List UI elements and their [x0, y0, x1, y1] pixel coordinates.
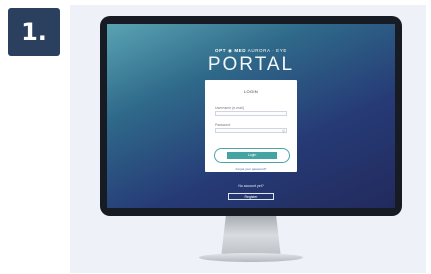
logo-part2: MED [234, 48, 247, 53]
page: 1. OPT ◉ MED AURORA · EYE PORTAL LOGIN U… [0, 0, 431, 274]
password-field[interactable]: ◎ [215, 128, 287, 133]
username-label: Username (e-mail) [215, 106, 244, 110]
screen: OPT ◉ MED AURORA · EYE PORTAL LOGIN User… [107, 24, 395, 208]
no-account-text: No account yet? [238, 184, 264, 188]
logo-eye-icon: ◉ [227, 48, 233, 53]
portal-title: PORTAL [207, 54, 295, 75]
login-card: LOGIN Username (e-mail) Password ◎ Login… [205, 80, 297, 172]
monitor: OPT ◉ MED AURORA · EYE PORTAL LOGIN User… [100, 16, 402, 216]
forgot-password-link[interactable]: Forgot your password? [205, 167, 297, 171]
login-button[interactable]: Login [227, 152, 277, 159]
show-password-icon[interactable]: ◎ [282, 129, 285, 133]
logo-part1: OPT [215, 48, 227, 53]
logo-part3: AURORA · EYE [247, 48, 287, 53]
register-button[interactable]: Register [228, 193, 274, 200]
monitor-stand [221, 216, 281, 258]
login-heading: LOGIN [244, 89, 258, 94]
step-badge: 1. [8, 8, 60, 56]
username-field[interactable] [215, 111, 287, 116]
monitor-base [199, 253, 303, 262]
password-label: Password [215, 123, 231, 127]
